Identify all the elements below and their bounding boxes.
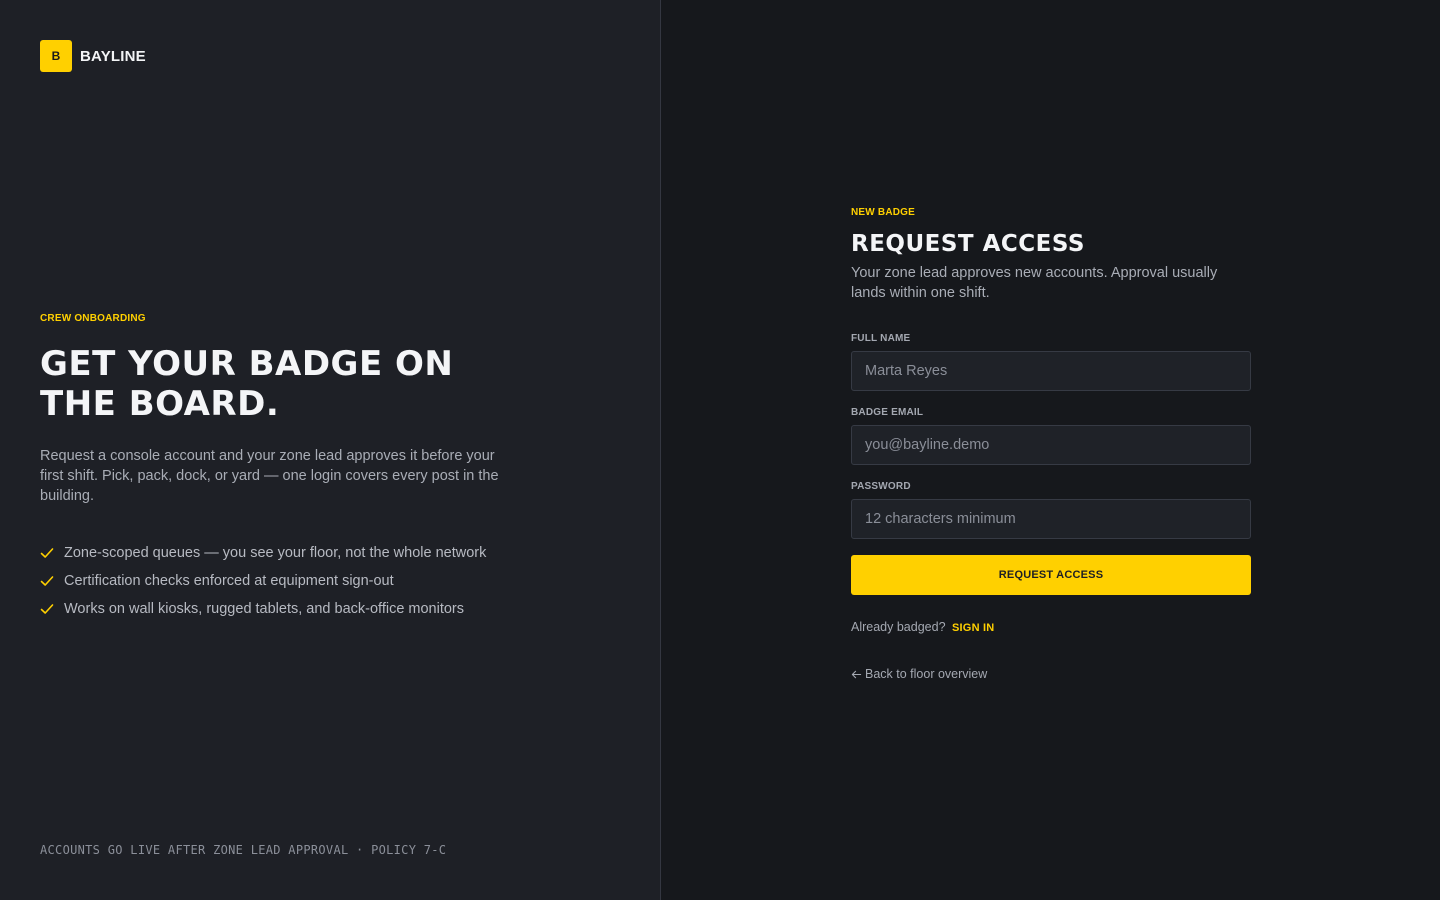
feature-item: Certification checks enforced at equipme…	[40, 567, 510, 595]
full-name-label: FULL NAME	[851, 333, 911, 344]
hero-title: GET YOUR BADGE ON THE BOARD.	[40, 344, 454, 424]
hero: CREW ONBOARDING GET YOUR BADGE ON THE BO…	[40, 313, 500, 623]
full-name-input[interactable]	[851, 351, 1251, 391]
onboarding-panel: B BAYLINE CREW ONBOARDING GET YOUR BADGE…	[0, 0, 661, 900]
hero-description: Request a console account and your zone …	[40, 448, 499, 504]
signin-prompt: Already badged?	[851, 620, 946, 634]
feature-text: Certification checks enforced at equipme…	[64, 573, 394, 589]
feature-text: Zone-scoped queues — you see your floor,…	[64, 545, 487, 561]
back-to-floor-link[interactable]: Back to floor overview	[851, 667, 987, 681]
back-link-label: Back to floor overview	[865, 667, 988, 681]
feature-text: Works on wall kiosks, rugged tablets, an…	[64, 601, 465, 617]
sign-in-link[interactable]: SIGN IN	[952, 622, 994, 634]
email-label: BADGE EMAIL	[851, 407, 924, 418]
full-name-field: FULL NAME	[851, 333, 1251, 391]
check-icon	[40, 576, 54, 586]
email-input[interactable]	[851, 425, 1251, 465]
hero-eyebrow: CREW ONBOARDING	[40, 313, 146, 324]
password-field: PASSWORD	[851, 481, 1251, 539]
check-icon	[40, 604, 54, 614]
check-icon	[40, 548, 54, 558]
form-title: REQUEST ACCESS	[851, 231, 1085, 257]
password-label: PASSWORD	[851, 481, 911, 492]
brand-name: BAYLINE	[80, 47, 146, 65]
feature-list: Zone-scoped queues — you see your floor,…	[40, 539, 510, 623]
email-field: BADGE EMAIL	[851, 407, 1251, 465]
request-access-button[interactable]: REQUEST ACCESS	[851, 555, 1251, 595]
form-description: Your zone lead approves new accounts. Ap…	[851, 265, 1218, 301]
form-panel: NEW BADGE REQUEST ACCESS Your zone lead …	[661, 0, 1440, 900]
feature-item: Works on wall kiosks, rugged tablets, an…	[40, 595, 510, 623]
brand-logo: B BAYLINE	[40, 40, 146, 72]
signin-row: Already badged? SIGN IN	[851, 620, 1251, 634]
brand-mark: B	[40, 40, 72, 72]
form-eyebrow: NEW BADGE	[851, 207, 916, 218]
policy-note: ACCOUNTS GO LIVE AFTER ZONE LEAD APPROVA…	[40, 843, 447, 857]
password-input[interactable]	[851, 499, 1251, 539]
arrow-left-icon	[851, 670, 862, 678]
feature-item: Zone-scoped queues — you see your floor,…	[40, 539, 510, 567]
signup-page: B BAYLINE CREW ONBOARDING GET YOUR BADGE…	[0, 0, 1440, 900]
request-access-form: NEW BADGE REQUEST ACCESS Your zone lead …	[851, 207, 1251, 684]
